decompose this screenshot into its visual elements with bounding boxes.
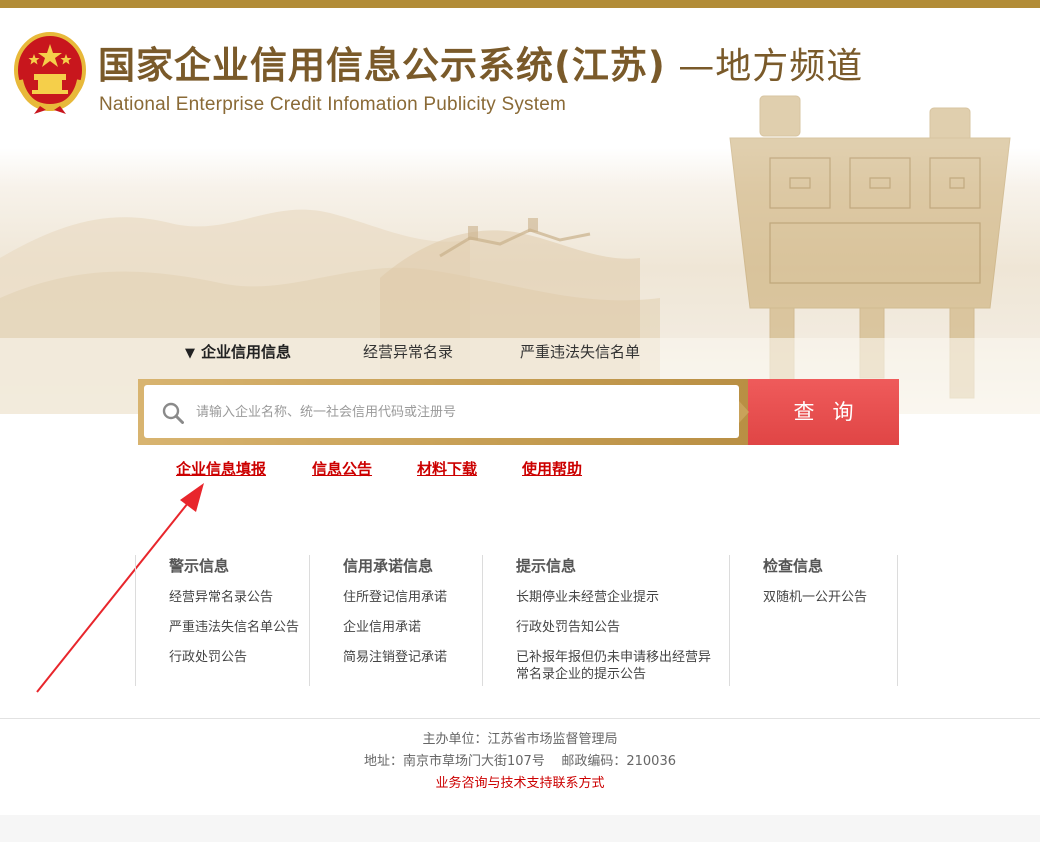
- list-item[interactable]: 严重违法失信名单公告: [169, 619, 299, 636]
- column-notice-info: 提示信息 长期停业未经营企业提示 行政处罚告知公告 已补报年报但仍未申请移出经营…: [482, 555, 729, 686]
- tab-label: 经营异常名录: [363, 343, 454, 361]
- list-item[interactable]: 住所登记信用承诺: [343, 589, 447, 606]
- footer-bottom-band: [0, 815, 1040, 842]
- search-input[interactable]: [196, 397, 726, 427]
- footer-contact-link[interactable]: 业务咨询与技术支持联系方式: [0, 775, 1040, 793]
- tab-enterprise-credit-info[interactable]: ▼ 企业信用信息: [185, 340, 291, 366]
- column-title: 信用承诺信息: [343, 557, 434, 575]
- top-accent-bar: [0, 0, 1040, 8]
- search-input-container: [144, 385, 739, 438]
- search-category-tabs: ▼ 企业信用信息 经营异常名录 严重违法失信名单: [0, 340, 1040, 366]
- column-credit-commitment-info: 信用承诺信息 住所登记信用承诺 企业信用承诺 简易注销登记承诺: [309, 555, 482, 686]
- site-title-suffix: —地方频道: [665, 46, 864, 87]
- site-title-english: National Enterprise Credit Infomation Pu…: [99, 94, 566, 115]
- column-title: 警示信息: [169, 557, 230, 575]
- list-item[interactable]: 已补报年报但仍未申请移出经营异常名录企业的提示公告: [516, 649, 721, 683]
- tab-label: 严重违法失信名单: [520, 343, 641, 361]
- footer-sponsor: 主办单位：江苏省市场监督管理局: [422, 732, 618, 747]
- search-bar: 查询: [138, 379, 899, 445]
- column-title: 检查信息: [763, 557, 824, 575]
- tab-serious-violation-list[interactable]: 严重违法失信名单: [520, 340, 640, 364]
- list-item[interactable]: 长期停业未经营企业提示: [516, 589, 659, 606]
- list-item[interactable]: 企业信用承诺: [343, 619, 421, 636]
- link-material-download[interactable]: 材料下载: [417, 458, 477, 480]
- site-title: 国家企业信用信息公示系统(江苏) —地方频道: [98, 40, 863, 93]
- link-info-announcement[interactable]: 信息公告: [312, 458, 372, 480]
- list-item[interactable]: 经营异常名录公告: [169, 589, 273, 606]
- triangle-down-icon: ▼: [185, 346, 195, 361]
- column-warning-info: 警示信息 经营异常名录公告 严重违法失信名单公告 行政处罚公告: [135, 555, 309, 686]
- list-item[interactable]: 行政处罚告知公告: [516, 619, 620, 636]
- column-inspection-info: 检查信息 双随机一公开公告: [729, 555, 898, 686]
- tab-label: 企业信用信息: [201, 343, 292, 361]
- footer-address: 地址：南京市草场门大街107号 邮政编码：210036: [364, 754, 676, 769]
- list-item[interactable]: 行政处罚公告: [169, 649, 247, 666]
- national-emblem-icon: [14, 32, 86, 114]
- search-icon: [162, 402, 184, 424]
- site-title-main: 国家企业信用信息公示系统(江苏): [98, 44, 666, 87]
- list-item[interactable]: 简易注销登记承诺: [343, 649, 447, 666]
- tab-abnormal-operation-list[interactable]: 经营异常名录: [363, 340, 453, 364]
- info-columns: 警示信息 经营异常名录公告 严重违法失信名单公告 行政处罚公告 信用承诺信息 住…: [135, 555, 899, 686]
- column-title: 提示信息: [516, 557, 577, 575]
- link-usage-help[interactable]: 使用帮助: [522, 458, 582, 480]
- search-button[interactable]: 查询: [748, 379, 899, 445]
- list-item[interactable]: 双随机一公开公告: [763, 589, 867, 606]
